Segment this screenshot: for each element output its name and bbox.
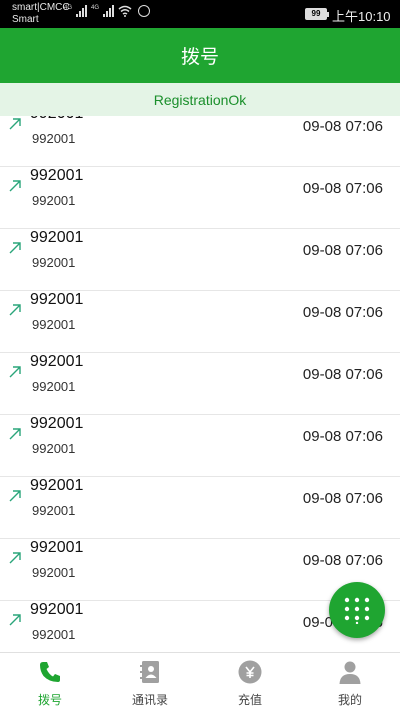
outgoing-call-icon — [9, 552, 21, 564]
call-log-number: 992001 — [32, 255, 76, 270]
call-log-row[interactable]: 992001 992001 09-08 07:06 — [0, 353, 400, 415]
call-log-name: 992001 — [30, 353, 84, 370]
signal-icon — [76, 5, 88, 17]
call-log-time: 09-08 07:06 — [302, 552, 383, 569]
registration-status: RegistrationOk — [0, 83, 400, 116]
call-log-row[interactable]: 992001 992001 09-08 07:06 — [0, 116, 400, 167]
call-log-time: 09-08 07:06 — [302, 490, 383, 507]
call-log-time: 09-08 07:06 — [302, 118, 383, 135]
status-bar: smart|CMCC Smart 4G 4G 99 上午10:10 — [0, 0, 400, 28]
outgoing-call-icon — [9, 180, 21, 192]
nav-label: 充值 — [237, 693, 262, 707]
call-log-number: 992001 — [32, 193, 76, 208]
wifi-icon — [118, 5, 132, 17]
outgoing-call-icon — [9, 242, 21, 254]
nav-item-contacts[interactable]: 通讯录 — [100, 653, 200, 711]
outgoing-call-icon — [9, 118, 21, 130]
call-log-name: 992001 — [30, 415, 84, 432]
call-log-number: 992001 — [32, 627, 76, 642]
dialpad-icon — [344, 597, 370, 624]
call-log-time: 09-08 07:06 — [302, 180, 383, 197]
call-log-number: 992001 — [32, 379, 76, 394]
contacts-icon — [140, 661, 159, 683]
call-log-time: 09-08 07:06 — [302, 242, 383, 259]
signal-indicators: 4G 4G — [64, 5, 151, 17]
profile-icon — [339, 661, 361, 684]
call-log-number: 992001 — [32, 565, 76, 580]
nav-label: 拨号 — [37, 693, 62, 707]
call-log-number: 992001 — [32, 131, 76, 146]
call-log-name: 992001 — [30, 167, 84, 184]
call-log-name: 992001 — [30, 116, 83, 123]
call-log-number: 992001 — [32, 317, 76, 332]
outgoing-call-icon — [9, 614, 21, 626]
carrier-label: smart|CMCC Smart — [12, 2, 70, 25]
call-log-list[interactable]: 992001 992001 09-08 07:06 992001 992001 … — [0, 116, 400, 652]
call-log-row[interactable]: 992001 992001 09-08 07:06 — [0, 415, 400, 477]
call-log-time: 09-08 07:06 — [302, 366, 383, 383]
network-type-label: 4G — [91, 5, 100, 11]
outgoing-call-icon — [9, 304, 21, 316]
battery-icon: 99 — [305, 8, 329, 20]
call-log-time: 09-08 07:06 — [302, 428, 383, 445]
nav-label: 我的 — [337, 693, 362, 707]
call-log-name: 992001 — [30, 539, 84, 556]
call-log-row[interactable]: 992001 992001 09-08 07:06 — [0, 167, 400, 229]
call-log-name: 992001 — [30, 477, 84, 494]
signal-icon — [103, 5, 115, 17]
dialpad-button[interactable] — [329, 582, 385, 638]
call-log-row[interactable]: 992001 992001 09-08 07:06 — [0, 229, 400, 291]
call-log-number: 992001 — [32, 503, 76, 518]
call-log-row[interactable]: 992001 992001 09-08 07:06 — [0, 477, 400, 539]
nav-label: 通讯录 — [131, 693, 168, 707]
network-type-label: 4G — [64, 5, 73, 11]
call-log-number: 992001 — [32, 441, 76, 456]
outgoing-call-icon — [9, 366, 21, 378]
status-clock: 上午10:10 — [332, 9, 391, 24]
page-title: 拨号 — [0, 28, 400, 83]
call-log-name: 992001 — [30, 601, 84, 618]
call-log-name: 992001 — [30, 291, 84, 308]
vpn-icon — [138, 5, 151, 17]
call-log-row[interactable]: 992001 992001 09-08 07:06 — [0, 291, 400, 353]
nav-item-dial[interactable]: 拨号 — [0, 653, 100, 711]
recharge-icon — [238, 660, 262, 684]
call-log-time: 09-08 07:06 — [302, 304, 383, 321]
outgoing-call-icon — [9, 428, 21, 440]
call-log-name: 992001 — [30, 229, 84, 246]
outgoing-call-icon — [9, 490, 21, 502]
nav-item-profile[interactable]: 我的 — [300, 653, 400, 711]
bottom-navigation: 拨号 通讯录 充值 我的 — [0, 652, 400, 711]
nav-item-recharge[interactable]: 充值 — [200, 653, 300, 711]
phone-icon — [40, 662, 60, 682]
